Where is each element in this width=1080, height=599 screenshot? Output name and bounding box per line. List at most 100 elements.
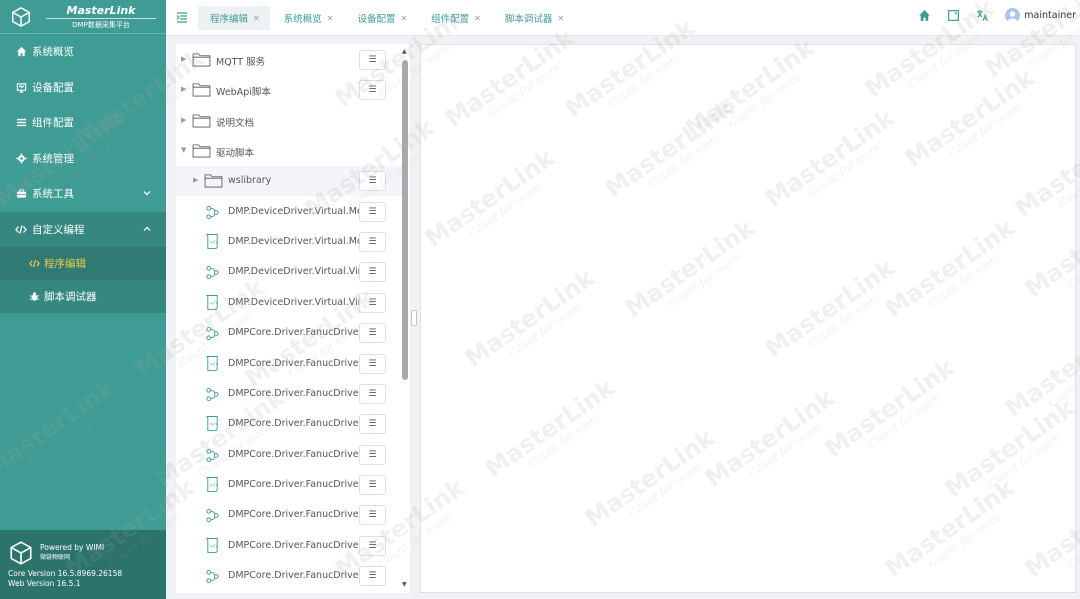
sidebar-item-label: 自定义编程 [32, 223, 85, 236]
item-menu-button[interactable]: ☰ [359, 262, 386, 283]
close-icon[interactable]: ✕ [400, 14, 407, 23]
header-actions: maintainer [918, 8, 1076, 23]
cube-logo-icon [10, 541, 32, 565]
code-file-icon: </> [205, 233, 221, 250]
language-icon[interactable] [976, 9, 989, 22]
tree-file-row[interactable]: </> DMPCore.Driver.FanucDriver.... ☰ [176, 531, 402, 561]
powered-by: Powered by WIMI [40, 543, 105, 552]
item-menu-button[interactable]: ☰ [359, 292, 386, 313]
tree-folder-row[interactable]: ▼ 驱动脚本 [176, 136, 402, 166]
tree-file-row[interactable]: DMPCore.Driver.FanucDriver.... ☰ [176, 500, 402, 530]
menu-icon: ☰ [368, 449, 377, 460]
menu-icon: ☰ [368, 388, 377, 399]
tree-file-row[interactable]: DMPCore.Driver.FanucDriver.... ☰ [176, 561, 402, 591]
caret-right-icon[interactable]: ▶ [181, 55, 189, 63]
gear-icon [15, 152, 27, 164]
tab-program-edit[interactable]: 程序编辑 ✕ [198, 6, 270, 30]
sidebar-subitem-script-debugger[interactable]: 脚本调试器 [0, 280, 166, 313]
item-menu-button[interactable]: ☰ [359, 232, 386, 253]
scrollbar-thumb[interactable] [402, 60, 408, 380]
tree-folder-row[interactable]: ▶ WebApi脚本 ☰ [176, 75, 402, 105]
close-icon[interactable]: ✕ [474, 14, 481, 23]
tree-item-label: DMPCore.Driver.FanucDriver.... [228, 418, 374, 430]
sidebar-item-label: 设备配置 [32, 81, 74, 94]
menu-icon: ☰ [368, 540, 377, 551]
item-menu-button[interactable]: ☰ [359, 201, 386, 222]
item-menu-button[interactable]: ☰ [359, 444, 386, 465]
panel-splitter-handle[interactable] [411, 310, 417, 326]
chevron-down-icon [143, 191, 151, 196]
home-icon[interactable] [918, 9, 931, 22]
tab-script-debugger[interactable]: 脚本调试器 ✕ [493, 6, 574, 30]
caret-right-icon[interactable]: ▶ [181, 85, 189, 93]
tab-label: 设备配置 [357, 14, 396, 25]
close-icon[interactable]: ✕ [253, 14, 260, 23]
tab-device-config[interactable]: 设备配置 ✕ [345, 6, 417, 30]
tree-folder-row[interactable]: ▶ MQTT 服务 ☰ [176, 45, 402, 75]
tree-file-row[interactable]: DMP.DeviceDriver.Virtual.Virt... ☰ [176, 257, 402, 287]
avatar[interactable] [1005, 8, 1021, 23]
editor-panel[interactable] [420, 44, 1076, 593]
item-menu-button[interactable]: ☰ [359, 505, 386, 526]
svg-text:</>: </> [210, 422, 219, 428]
tree-file-row[interactable]: DMPCore.Driver.FanucDriver.... ☰ [176, 440, 402, 470]
sidebar-subitem-program-edit[interactable]: 程序编辑 [0, 247, 166, 280]
item-menu-button[interactable]: ☰ [359, 171, 386, 192]
tree-item-label: DMP.DeviceDriver.Virtual.Me... [228, 205, 372, 217]
menu-icon: ☰ [368, 176, 377, 187]
tree-item-label: wslibrary [228, 175, 272, 187]
brand-title: MasterLink [66, 3, 136, 17]
menu-icon: ☰ [368, 267, 377, 278]
close-icon[interactable]: ✕ [557, 14, 564, 23]
sidebar-item-system-tools[interactable]: 系统工具 [0, 176, 166, 212]
tree-file-row[interactable]: </> DMPCore.Driver.FanucDriver.... ☰ [176, 409, 402, 439]
item-menu-button[interactable]: ☰ [359, 383, 386, 404]
tree-item-label: DMP.DeviceDriver.Virtual.Virt... [228, 266, 375, 278]
folder-icon [192, 143, 211, 158]
caret-down-icon[interactable]: ▼ [181, 146, 189, 154]
tab-component-config[interactable]: 组件配置 ✕ [419, 6, 491, 30]
tree-item-label: WebApi脚本 [216, 87, 271, 99]
caret-right-icon[interactable]: ▶ [193, 176, 201, 184]
sidebar: MasterLink DMP数据采集平台 系统概览 设备配置 组件配置 系统管理… [0, 0, 166, 599]
flow-script-icon [205, 205, 221, 221]
sidebar-item-label: 系统管理 [32, 152, 74, 165]
tree-file-row[interactable]: </> DMP.DeviceDriver.Virtual.Me... ☰ [176, 227, 402, 257]
item-menu-button[interactable]: ☰ [359, 323, 386, 344]
item-menu-button[interactable]: ☰ [359, 474, 386, 495]
close-icon[interactable]: ✕ [327, 14, 334, 23]
svg-text:</>: </> [210, 361, 219, 367]
item-menu-button[interactable]: ☰ [359, 565, 386, 586]
scroll-up-icon[interactable]: ▲ [402, 48, 407, 55]
sidebar-item-device[interactable]: 设备配置 [0, 70, 166, 106]
sidebar-item-custom-programming[interactable]: 自定义编程 [0, 212, 166, 248]
item-menu-button[interactable]: ☰ [359, 414, 386, 435]
chevron-up-icon [143, 226, 151, 231]
tree-file-row[interactable]: </> DMPCore.Driver.FanucDriver.... ☰ [176, 349, 402, 379]
sidebar-item-component[interactable]: 组件配置 [0, 105, 166, 141]
tree-file-row[interactable]: DMPCore.Driver.FanucDriver.... ☰ [176, 318, 402, 348]
user-name[interactable]: maintainer [1024, 10, 1076, 21]
fullscreen-icon[interactable] [947, 9, 960, 22]
tab-label: 系统概览 [283, 14, 322, 25]
folder-icon [192, 113, 211, 128]
tree-folder-row[interactable]: ▶ 说明文档 [176, 106, 402, 136]
scrollbar[interactable]: ▲ ▼ [400, 44, 410, 593]
caret-right-icon[interactable]: ▶ [181, 116, 189, 124]
item-menu-button[interactable]: ☰ [359, 535, 386, 556]
tree-folder-row[interactable]: ▶ wslibrary ☰ [176, 166, 402, 197]
item-menu-button[interactable]: ☰ [359, 50, 386, 70]
item-menu-button[interactable]: ☰ [359, 80, 386, 101]
collapse-menu-icon[interactable] [176, 11, 188, 23]
tree-file-row[interactable]: </> DMPCore.Driver.FanucDriver.... ☰ [176, 470, 402, 500]
tree-file-row[interactable]: DMPCore.Driver.FanucDriver.... ☰ [176, 379, 402, 409]
tree-file-row[interactable]: </> DMP.DeviceDriver.Virtual.Virt... ☰ [176, 288, 402, 318]
tree-file-row[interactable]: DMP.DeviceDriver.Virtual.Me... ☰ [176, 197, 402, 227]
tab-system-overview[interactable]: 系统概览 ✕ [272, 6, 344, 30]
item-menu-button[interactable]: ☰ [359, 353, 386, 374]
sidebar-item-overview[interactable]: 系统概览 [0, 34, 166, 70]
tab-bar: 程序编辑 ✕ 系统概览 ✕ 设备配置 ✕ 组件配置 ✕ 脚本调试器 ✕ [198, 6, 576, 30]
scroll-down-icon[interactable]: ▼ [402, 581, 407, 588]
menu-icon: ☰ [368, 55, 377, 65]
sidebar-item-system-manage[interactable]: 系统管理 [0, 141, 166, 177]
